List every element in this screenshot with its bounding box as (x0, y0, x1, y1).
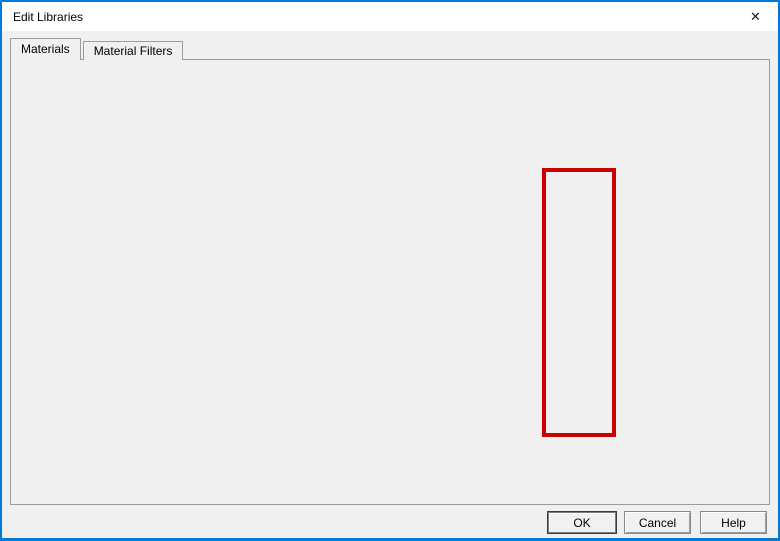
tab-materials[interactable]: Materials (10, 38, 81, 60)
cancel-button[interactable]: Cancel (624, 511, 691, 534)
tab-material-filters[interactable]: Material Filters (82, 41, 184, 60)
tab-material-filters-label: Material Filters (93, 44, 173, 58)
tab-strip: Materials Material Filters (10, 38, 184, 60)
dialog-title: Edit Libraries (13, 10, 84, 24)
close-icon: ✕ (750, 8, 761, 24)
materials-tab-panel (10, 59, 770, 505)
tab-materials-label: Materials (21, 42, 70, 56)
title-bar: Edit Libraries ✕ (2, 2, 778, 31)
help-button[interactable]: Help (700, 511, 767, 534)
edit-libraries-dialog: Edit Libraries ✕ Materials Material Filt… (0, 0, 780, 541)
ok-button[interactable]: OK (547, 511, 617, 534)
close-button[interactable]: ✕ (733, 2, 778, 31)
